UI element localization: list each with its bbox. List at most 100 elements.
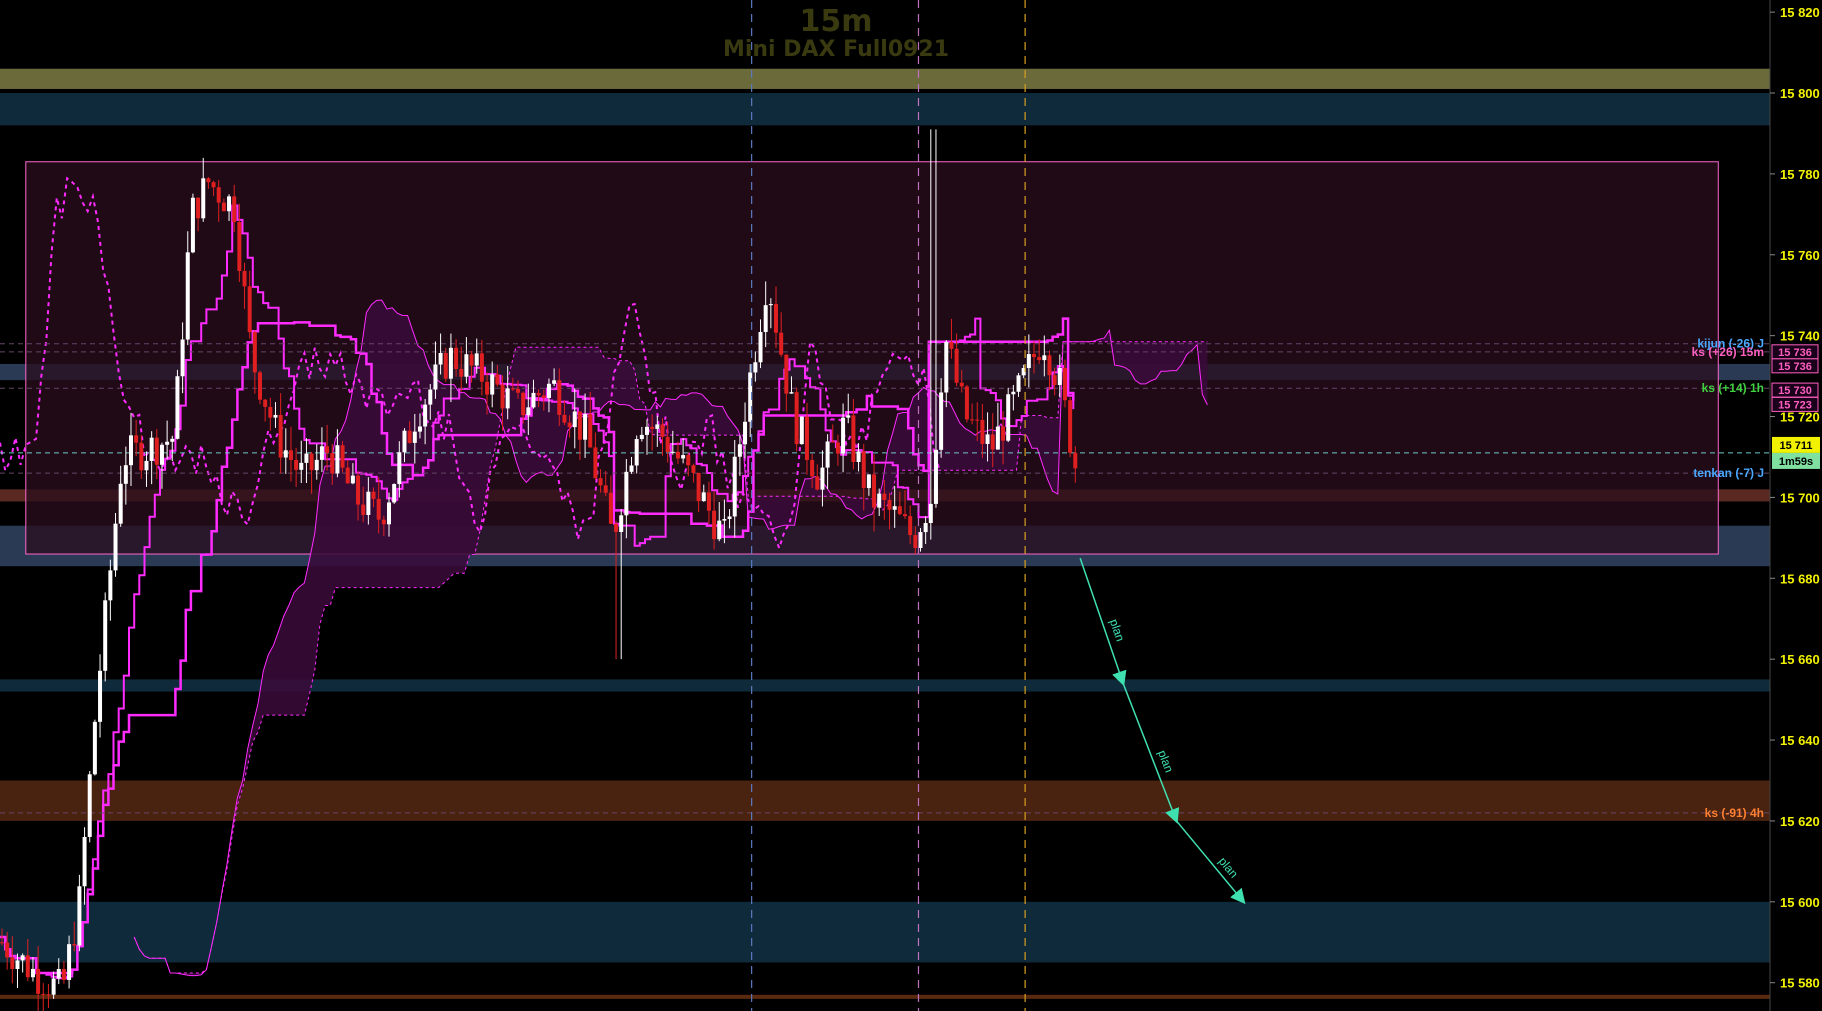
candle-body bbox=[964, 386, 969, 420]
candle-body bbox=[103, 600, 108, 671]
candle-body bbox=[340, 445, 345, 468]
candle-body bbox=[944, 341, 949, 393]
candle bbox=[82, 827, 87, 905]
candle-body bbox=[949, 341, 954, 349]
candle-body bbox=[675, 451, 680, 459]
candle-body bbox=[1016, 375, 1021, 392]
candle-body bbox=[283, 450, 288, 458]
price-tick-label: 15 700 bbox=[1780, 490, 1820, 505]
candle-body bbox=[392, 484, 397, 503]
candle-body bbox=[67, 944, 72, 980]
price-tag-label: 15 736 bbox=[1778, 361, 1812, 373]
candle-body bbox=[1032, 354, 1036, 358]
candle-body bbox=[536, 392, 541, 396]
candle-body bbox=[5, 942, 10, 958]
candle-body bbox=[15, 960, 20, 970]
candle-body bbox=[784, 354, 789, 394]
candle-body bbox=[830, 441, 835, 443]
plan-label: plan bbox=[1155, 748, 1176, 774]
candle-body bbox=[443, 353, 448, 379]
candle-body bbox=[469, 354, 474, 366]
candle-body bbox=[118, 483, 123, 524]
candle-body bbox=[851, 415, 856, 463]
candle-body bbox=[258, 372, 262, 400]
candle-body bbox=[614, 523, 619, 532]
price-tag-label: 15 723 bbox=[1778, 399, 1812, 411]
candle bbox=[108, 559, 113, 621]
candle-body bbox=[913, 535, 918, 549]
price-tick-label: 15 820 bbox=[1780, 5, 1820, 20]
candle-body bbox=[516, 388, 520, 393]
candle-body bbox=[335, 445, 340, 474]
candlestick-chart[interactable]: planplanplan kijun (-26) Jks (+26) 15mks… bbox=[0, 0, 1822, 1011]
candle-body bbox=[221, 202, 226, 212]
candle bbox=[258, 370, 262, 405]
candle-body bbox=[624, 471, 629, 516]
candle-body bbox=[479, 353, 484, 382]
candle-body bbox=[72, 944, 77, 946]
price-tick-label: 15 680 bbox=[1780, 571, 1820, 586]
candle-body bbox=[376, 498, 381, 520]
candle-body bbox=[309, 453, 314, 471]
candle-body bbox=[701, 492, 706, 502]
price-tick-label: 15 800 bbox=[1780, 86, 1820, 101]
candle-body bbox=[866, 474, 871, 489]
candle-body bbox=[412, 431, 417, 443]
candle-body bbox=[123, 465, 128, 484]
plan-arrows-layer: plan plan plan bbox=[1079, 557, 1246, 905]
candle-body bbox=[1057, 367, 1062, 385]
candle-body bbox=[361, 504, 366, 515]
chart-area[interactable]: plan plan plan kijun (-26) Jks (+26) 15m ks… bbox=[0, 0, 1822, 1011]
candle-body bbox=[897, 506, 902, 515]
candle-body bbox=[87, 774, 92, 837]
price-tick-label: 15 760 bbox=[1780, 248, 1820, 263]
price-tag-label: 15 736 bbox=[1778, 347, 1812, 359]
price-axis-background bbox=[1770, 0, 1822, 1011]
candle-body bbox=[1047, 355, 1052, 376]
candle-body bbox=[77, 886, 82, 946]
candle-body bbox=[810, 459, 815, 477]
candle-body bbox=[990, 434, 995, 450]
candle-body bbox=[294, 460, 299, 470]
candle-body bbox=[995, 426, 1000, 450]
candle-body bbox=[768, 304, 773, 306]
candle-body bbox=[882, 493, 887, 500]
candle-body bbox=[753, 362, 758, 373]
candle-body bbox=[665, 436, 670, 453]
candle-body bbox=[464, 354, 469, 377]
candle-body bbox=[180, 339, 185, 377]
candle-body bbox=[541, 395, 546, 398]
candle-body bbox=[51, 978, 56, 995]
candle-body bbox=[474, 353, 479, 366]
candle-body bbox=[325, 446, 330, 454]
candle-body bbox=[278, 414, 283, 458]
candle bbox=[98, 654, 103, 738]
candle-body bbox=[572, 411, 577, 428]
candle bbox=[619, 509, 624, 660]
candle-body bbox=[92, 721, 97, 775]
candle-body bbox=[175, 376, 180, 439]
candle-body bbox=[552, 380, 557, 384]
candle-body bbox=[841, 417, 846, 454]
candle-body bbox=[1006, 394, 1011, 441]
candle bbox=[77, 874, 82, 952]
candle-body bbox=[634, 439, 639, 466]
candle bbox=[175, 369, 180, 440]
candle-body bbox=[139, 442, 144, 471]
candle bbox=[799, 416, 804, 445]
candle-body bbox=[903, 514, 907, 517]
candle-body bbox=[619, 515, 624, 532]
candle-body bbox=[727, 516, 732, 520]
candle-body bbox=[345, 467, 350, 484]
candle-body bbox=[887, 499, 892, 510]
candle-body bbox=[129, 435, 133, 466]
candle-body bbox=[758, 331, 763, 363]
candle-body bbox=[877, 493, 882, 508]
candle-body bbox=[330, 453, 335, 474]
candle-body bbox=[691, 465, 696, 473]
price-tick-label: 15 620 bbox=[1780, 814, 1820, 829]
candle-body bbox=[98, 670, 103, 722]
candle-body bbox=[61, 968, 66, 980]
candle-body bbox=[908, 516, 913, 536]
candle-body bbox=[1042, 355, 1047, 361]
